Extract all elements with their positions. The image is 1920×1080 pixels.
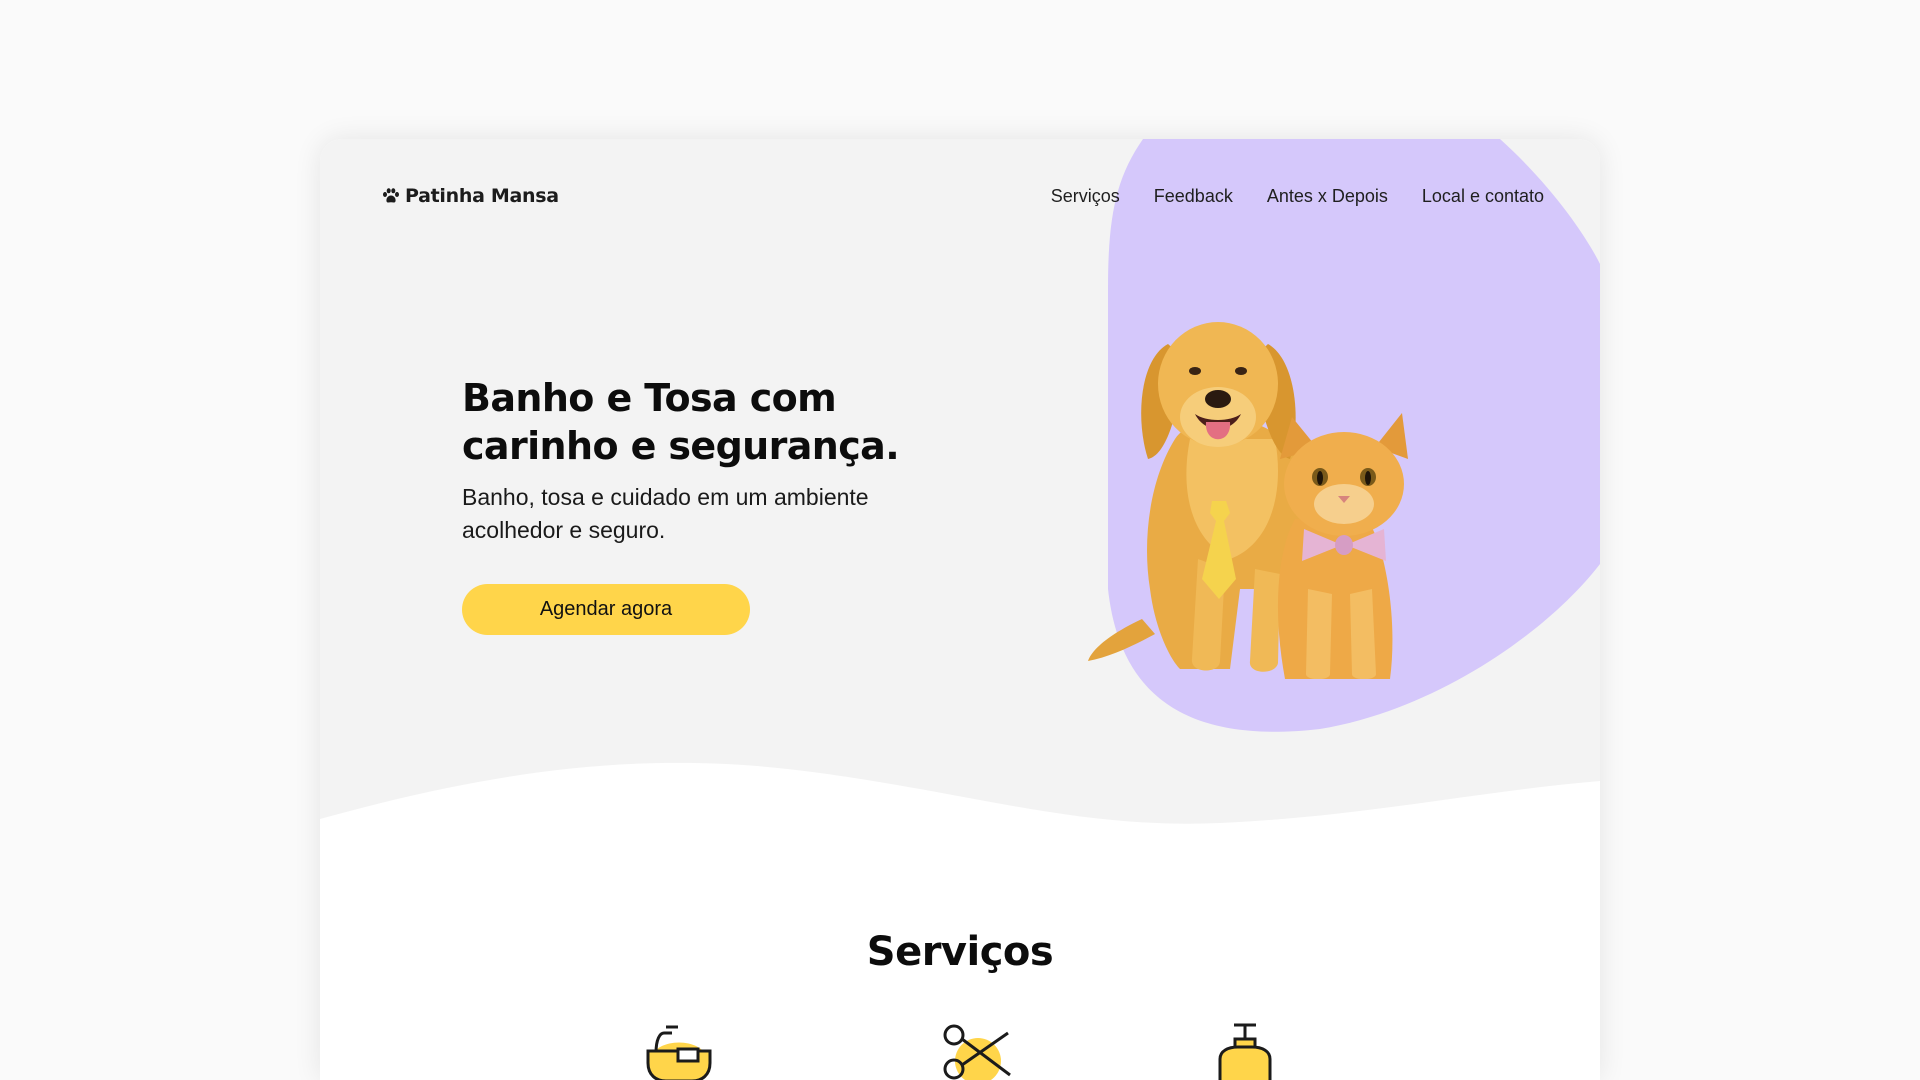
hero-wave-divider	[320, 762, 1600, 859]
schedule-button[interactable]: Agendar agora	[462, 584, 750, 635]
main-menu: Serviços Feedback Antes x Depois Local e…	[1051, 186, 1544, 207]
shampoo-bottle-icon	[1218, 1023, 1272, 1080]
nav-link-feedback[interactable]: Feedback	[1154, 186, 1233, 207]
brand-logo[interactable]: Patinha Mansa	[382, 185, 559, 207]
nav-link-antes-depois[interactable]: Antes x Depois	[1267, 186, 1388, 207]
nav-link-servicos[interactable]: Serviços	[1051, 186, 1120, 207]
brand-name: Patinha Mansa	[405, 185, 559, 207]
browser-frame: Patinha Mansa Serviços Feedback Antes x …	[320, 139, 1600, 1080]
hero-subtitle: Banho, tosa e cuidado em um ambiente aco…	[462, 484, 869, 543]
scissors-icon	[943, 1024, 1011, 1080]
nav-link-local-contato[interactable]: Local e contato	[1422, 186, 1544, 207]
paw-icon	[383, 188, 399, 203]
hero-title: Banho e Tosa com carinho e segurança.	[462, 376, 900, 468]
top-navbar: Patinha Mansa Serviços Feedback Antes x …	[320, 139, 1600, 255]
bathtub-icon	[646, 1025, 712, 1080]
dog-and-cat-illustration	[1088, 322, 1408, 679]
services-title: Serviços	[866, 929, 1054, 975]
